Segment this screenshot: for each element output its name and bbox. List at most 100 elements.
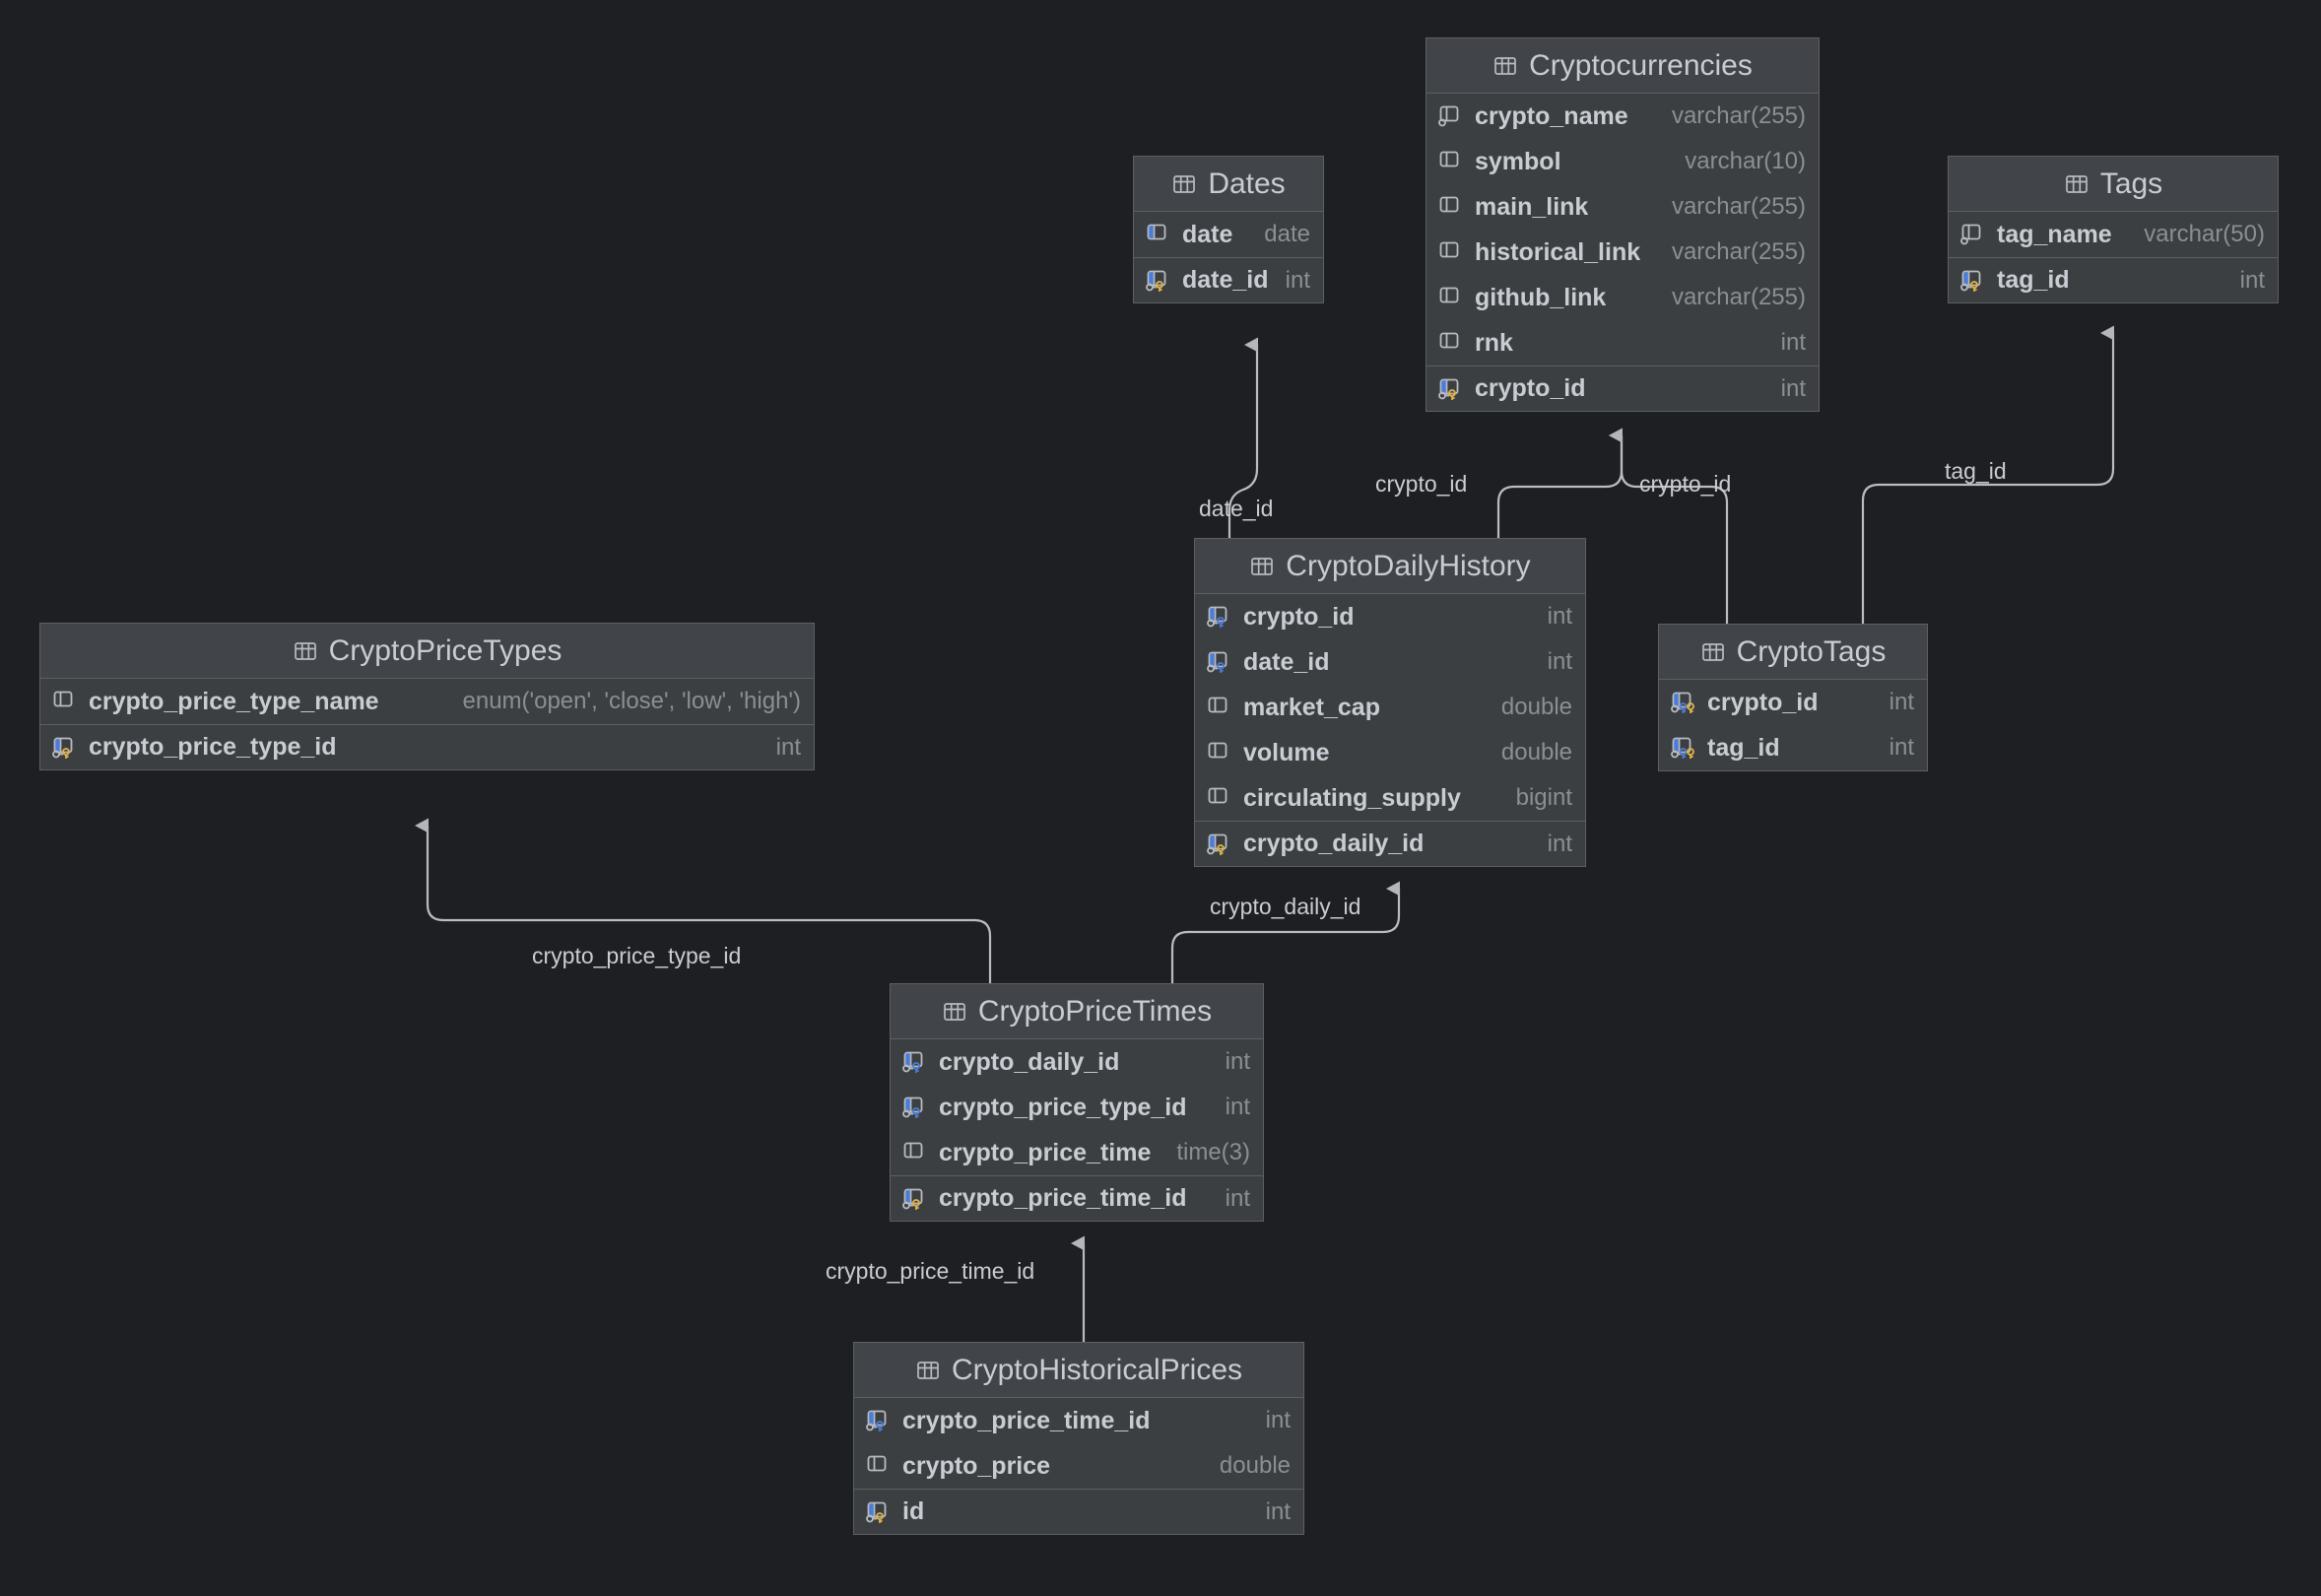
- table-header-cryptohistoricalprices[interactable]: CryptoHistoricalPrices: [854, 1343, 1303, 1398]
- column-name: crypto_price: [902, 1451, 1051, 1480]
- table-row[interactable]: historical_link varchar(255): [1426, 230, 1819, 275]
- table-row[interactable]: crypto_price_type_name enum('open', 'clos…: [40, 679, 814, 724]
- table-cryptocurrencies[interactable]: Cryptocurrencies crypto_name varchar(255) s…: [1426, 37, 1820, 412]
- table-row[interactable]: crypto_price_type_id int: [891, 1085, 1263, 1130]
- table-row[interactable]: volume double: [1195, 730, 1585, 775]
- column-type: int: [1265, 1497, 1291, 1525]
- table-row[interactable]: id int: [854, 1489, 1303, 1534]
- table-row[interactable]: crypto_price_type_id int: [40, 724, 814, 769]
- column-type: int: [1780, 329, 1806, 356]
- table-body-cryptopricetimes: crypto_daily_id int crypto_price_type_id in…: [891, 1039, 1263, 1221]
- column-type: int: [1889, 734, 1914, 761]
- table-header-tags[interactable]: Tags: [1949, 157, 2278, 212]
- edge-label-rel-cryptotags-tags: tag_id: [1945, 458, 2007, 484]
- table-row[interactable]: tag_id int: [1659, 725, 1927, 770]
- column-icon: [1437, 192, 1467, 222]
- table-row[interactable]: crypto_daily_id int: [891, 1039, 1263, 1085]
- table-row[interactable]: crypto_id int: [1426, 366, 1819, 411]
- column-type: varchar(255): [1671, 284, 1806, 310]
- edge-label-rel-pricetimes-dailyhistory: crypto_daily_id: [1210, 894, 1361, 919]
- table-row[interactable]: tag_id int: [1949, 257, 2278, 302]
- column-type: int: [1225, 1184, 1250, 1212]
- table-row[interactable]: github_link varchar(255): [1426, 275, 1819, 320]
- table-body-dates: date date date_id int: [1134, 212, 1323, 302]
- table-row[interactable]: crypto_id int: [1195, 594, 1585, 639]
- column-name: crypto_name: [1475, 101, 1628, 130]
- column-type: varchar(50): [2144, 221, 2265, 247]
- table-row[interactable]: crypto_daily_id int: [1195, 821, 1585, 866]
- table-row[interactable]: date date: [1134, 212, 1323, 257]
- table-row[interactable]: date_id int: [1134, 257, 1323, 302]
- table-icon: [915, 1358, 941, 1383]
- column-icon: [901, 1138, 931, 1167]
- table-row[interactable]: main_link varchar(255): [1426, 184, 1819, 230]
- table-row[interactable]: crypto_price double: [854, 1443, 1303, 1489]
- column-name: tag_name: [1997, 220, 2112, 248]
- column-name: crypto_id: [1707, 688, 1819, 716]
- column-name: date: [1182, 220, 1233, 248]
- table-row[interactable]: crypto_price_time_id int: [891, 1175, 1263, 1221]
- table-icon: [2064, 171, 2089, 197]
- column-type: varchar(255): [1671, 238, 1806, 265]
- table-title: CryptoPriceTimes: [977, 994, 1213, 1028]
- table-cryptodailyhistory[interactable]: CryptoDailyHistory crypto_id int date_id int…: [1194, 538, 1586, 867]
- table-header-dates[interactable]: Dates: [1134, 157, 1323, 212]
- table-row[interactable]: date_id int: [1195, 639, 1585, 685]
- table-title: Tags: [2099, 166, 2163, 200]
- column-name: crypto_price_type_name: [89, 687, 379, 715]
- column-name: market_cap: [1243, 693, 1380, 721]
- edge-dailyhistory-cryptocurrencies: [1496, 428, 1624, 538]
- column-name: crypto_id: [1243, 602, 1355, 631]
- table-cryptopricetimes[interactable]: CryptoPriceTimes crypto_daily_id int crypto…: [890, 983, 1264, 1222]
- column-name: id: [902, 1497, 925, 1525]
- table-icon: [1249, 554, 1275, 579]
- table-cryptohistoricalprices[interactable]: CryptoHistoricalPrices crypto_price_time_…: [853, 1342, 1304, 1535]
- foreign-key-icon: [901, 1047, 931, 1077]
- table-row[interactable]: crypto_id int: [1659, 680, 1927, 725]
- table-dates[interactable]: Dates date date date_id int: [1133, 156, 1324, 303]
- foreign-key-icon: [1206, 647, 1235, 677]
- column-type: int: [1225, 1094, 1250, 1120]
- column-type: time(3): [1176, 1139, 1250, 1165]
- edge-label-rel-cryptotags-cryptocurrencies: crypto_id: [1639, 471, 1732, 497]
- column-icon: [1206, 693, 1235, 722]
- column-icon: [865, 1451, 895, 1481]
- table-header-cryptotags[interactable]: CryptoTags: [1659, 625, 1927, 680]
- table-row[interactable]: circulating_supply bigint: [1195, 775, 1585, 821]
- table-header-cryptopricetimes[interactable]: CryptoPriceTimes: [891, 984, 1263, 1039]
- table-header-cryptopricetypes[interactable]: CryptoPriceTypes: [40, 624, 814, 679]
- table-row[interactable]: crypto_price_time_id int: [854, 1398, 1303, 1443]
- table-row[interactable]: crypto_name varchar(255): [1426, 94, 1819, 139]
- column-type: int: [775, 733, 801, 761]
- column-name: rnk: [1475, 328, 1513, 357]
- table-row[interactable]: symbol varchar(10): [1426, 139, 1819, 184]
- primary-key-icon: [1437, 374, 1467, 404]
- column-name: date_id: [1243, 647, 1330, 676]
- column-name: volume: [1243, 738, 1330, 766]
- table-row[interactable]: rnk int: [1426, 320, 1819, 366]
- column-icon: [1437, 147, 1467, 176]
- table-body-cryptotags: crypto_id int tag_id int: [1659, 680, 1927, 770]
- er-diagram-canvas: date_id crypto_id crypto_id tag_id crypto_pr…: [0, 0, 2321, 1596]
- column-type: double: [1500, 739, 1572, 765]
- edge-label-rel-pricetimes-pricetypes: crypto_price_type_id: [532, 943, 742, 968]
- column-icon: [51, 687, 81, 716]
- table-icon: [293, 638, 318, 664]
- table-row[interactable]: tag_name varchar(50): [1949, 212, 2278, 257]
- table-tags[interactable]: Tags tag_name varchar(50) tag_id int: [1948, 156, 2279, 303]
- table-row[interactable]: market_cap double: [1195, 685, 1585, 730]
- column-icon: [1206, 783, 1235, 813]
- table-cryptopricetypes[interactable]: CryptoPriceTypes crypto_price_type_name en…: [39, 623, 815, 770]
- column-type: int: [1547, 830, 1572, 857]
- indexed-column-icon: [1145, 220, 1174, 249]
- table-header-cryptocurrencies[interactable]: Cryptocurrencies: [1426, 38, 1819, 94]
- table-cryptotags[interactable]: CryptoTags crypto_id int tag_id int: [1658, 624, 1928, 771]
- column-name: tag_id: [1997, 266, 2070, 294]
- column-name: github_link: [1475, 283, 1607, 311]
- edge-label-rel-dailyhistory-dates: date_id: [1199, 496, 1274, 521]
- table-row[interactable]: crypto_price_time time(3): [891, 1130, 1263, 1175]
- column-type: double: [1500, 694, 1572, 720]
- primary-key-icon: [901, 1184, 931, 1214]
- table-header-cryptodailyhistory[interactable]: CryptoDailyHistory: [1195, 539, 1585, 594]
- column-type: enum('open', 'close', 'low', 'high'): [462, 688, 802, 714]
